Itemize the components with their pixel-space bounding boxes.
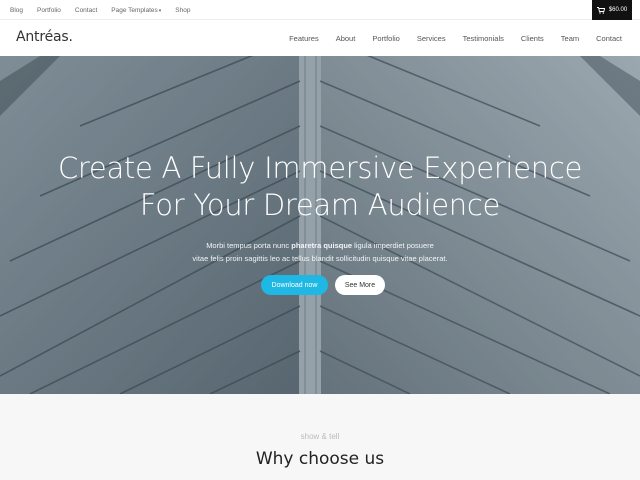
top-link-blog[interactable]: Blog — [10, 7, 23, 14]
nav-item-about[interactable]: About — [336, 34, 356, 43]
site-header: Antréas. Features About Portfolio Servic… — [0, 20, 640, 56]
hero-description: Morbi tempus porta nunc pharetra quisque… — [150, 239, 490, 265]
page-templates-label: Page Templates — [111, 6, 158, 14]
hero-title-line-2: For Your Dream Audience — [139, 188, 501, 222]
section-title: Why choose us — [255, 449, 385, 469]
nav-item-portfolio[interactable]: Portfolio — [372, 34, 400, 43]
hero-description-line-2: vitae felis proin sagittis leo ac tellus… — [192, 254, 448, 263]
why-choose-us-section: show & tell Why choose us — [0, 394, 640, 480]
nav-item-clients[interactable]: Clients — [521, 34, 544, 43]
download-now-button[interactable]: Download now — [261, 275, 328, 295]
hero-text-part-2: ligula imperdiet posuere — [352, 241, 434, 250]
nav-item-services[interactable]: Services — [417, 34, 446, 43]
nav-item-testimonials[interactable]: Testimonials — [463, 34, 504, 43]
top-bar: Blog Portfolio Contact Page Templates▾ S… — [0, 0, 640, 20]
top-link-shop[interactable]: Shop — [175, 7, 190, 14]
section-eyebrow: show & tell — [300, 432, 340, 441]
cart-total: $60.00 — [608, 7, 628, 13]
hero-section: Create A Fully Immersive Experience For … — [0, 56, 640, 394]
see-more-button[interactable]: See More — [335, 275, 385, 295]
top-link-page-templates[interactable]: Page Templates▾ — [111, 7, 161, 14]
nav-item-contact[interactable]: Contact — [596, 34, 622, 43]
hero-text-bold: pharetra quisque — [291, 241, 353, 250]
top-links: Blog Portfolio Contact Page Templates▾ S… — [10, 0, 190, 20]
logo-dot: . — [68, 29, 73, 45]
site-logo[interactable]: Antréas. — [16, 29, 73, 45]
top-link-contact[interactable]: Contact — [75, 7, 97, 14]
nav-item-team[interactable]: Team — [561, 34, 579, 43]
hero-overlay — [0, 56, 640, 394]
hero-title-line-1: Create A Fully Immersive Experience — [57, 151, 583, 185]
main-nav: Features About Portfolio Services Testim… — [289, 20, 622, 56]
logo-text: Antréas — [16, 29, 69, 45]
hero-description-line-1: Morbi tempus porta nunc pharetra quisque… — [150, 239, 490, 252]
shopping-cart-icon — [596, 6, 605, 14]
hero-text-part-1: Morbi tempus porta nunc — [206, 241, 292, 250]
cart-button[interactable]: $60.00 — [592, 0, 632, 20]
nav-item-features[interactable]: Features — [289, 34, 319, 43]
top-link-portfolio[interactable]: Portfolio — [37, 7, 61, 14]
hero-title: Create A Fully Immersive Experience For … — [0, 150, 640, 224]
chevron-down-icon: ▾ — [158, 7, 162, 14]
